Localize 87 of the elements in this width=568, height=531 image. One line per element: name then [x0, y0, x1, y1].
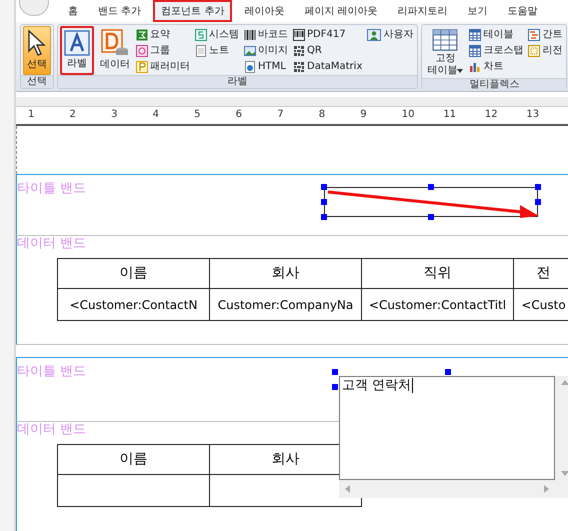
ruler-number: 2 — [70, 108, 77, 122]
ribbon-small-button[interactable]: 시스템 — [195, 27, 241, 43]
barcode2d-icon — [293, 29, 305, 41]
ruler-number: 3 — [111, 108, 118, 122]
arrow-icon — [326, 190, 540, 218]
field-cell: <Custo — [514, 289, 568, 322]
selection-handle[interactable] — [428, 214, 434, 220]
field-cell: <Customer:ContactN — [58, 289, 210, 322]
band-label: 타이틀 밴드 — [17, 364, 86, 380]
gantt-icon — [528, 29, 540, 41]
label-icon — [64, 30, 90, 56]
text-editor-popup[interactable]: 고객 연락처 — [339, 376, 568, 498]
ruler-number: 4 — [152, 108, 160, 122]
text-area[interactable]: 고객 연락처 — [339, 376, 555, 480]
ribbon-tab[interactable]: 보기 — [460, 0, 496, 22]
ribbon-small-button[interactable]: 테이블 — [469, 27, 526, 43]
ribbon-small-button[interactable]: 바코드 — [244, 27, 290, 43]
ribbon-tab[interactable]: 밴드 추가 — [90, 0, 150, 22]
user-icon — [367, 29, 382, 41]
ribbon-small-button[interactable]: 리전 — [528, 43, 564, 59]
ribbon-tab[interactable]: 도움말 — [500, 0, 546, 22]
ribbon-small-button[interactable]: 차트 — [469, 59, 526, 75]
table-icon — [469, 45, 482, 57]
ruler-number: 12 — [484, 108, 499, 122]
selection-handle[interactable] — [321, 214, 327, 220]
ribbon-small-button[interactable]: 요약 — [136, 27, 192, 43]
selection-handle[interactable] — [332, 369, 338, 376]
selection-handle[interactable] — [535, 184, 541, 190]
ribbon-tab[interactable]: 페이지 레이아웃 — [296, 0, 386, 22]
header-cell: 이름 — [58, 259, 210, 290]
ruler-number: 1 — [28, 108, 36, 122]
ribbon-small-button[interactable]: 이미지 — [244, 43, 290, 59]
ribbon-small-button[interactable]: 크로스탭 — [469, 43, 526, 59]
band-label: 데이터 밴드 — [17, 422, 88, 438]
selection-handle[interactable] — [321, 184, 327, 190]
selection-handle[interactable] — [428, 184, 434, 190]
ribbon-small-button[interactable]: HTML — [244, 59, 290, 75]
band-label: 데이터 밴드 — [17, 236, 88, 252]
ribbon-small-button[interactable]: DataMatrix — [293, 59, 364, 75]
selection-handle[interactable] — [445, 369, 451, 376]
table-icon — [469, 29, 482, 41]
field-cell: Customer:CompanyNa — [210, 289, 362, 322]
band-label: 타이틀 밴드 — [17, 181, 86, 196]
pointer-icon — [26, 29, 48, 57]
header-cell: 이름 — [58, 445, 210, 476]
header-cell: 전 — [514, 259, 568, 290]
ribbon-small-button[interactable]: PDF417 — [293, 27, 364, 43]
note-icon — [195, 45, 207, 57]
chart-icon — [469, 61, 482, 73]
data-icon — [101, 29, 129, 57]
ribbon-tab[interactable]: 리파지토리 — [390, 0, 456, 22]
ribbon-small-button[interactable]: 간트 — [528, 27, 564, 43]
ribbon-large-button[interactable]: 선택 — [23, 26, 51, 75]
ribbon-small-button[interactable]: QR — [293, 43, 364, 59]
field-cell: <Customer:ContactTitl — [362, 289, 514, 322]
selection-handle[interactable] — [332, 384, 338, 390]
ruler-number: 5 — [194, 108, 202, 122]
ruler-number: 11 — [443, 108, 458, 122]
ribbon-small-button[interactable]: 패러미터 — [136, 59, 192, 75]
ruler-number: 8 — [318, 108, 326, 122]
ribbon-small-button[interactable]: 그룹 — [136, 43, 192, 59]
grid-icon — [432, 29, 458, 51]
ribbon-tab[interactable]: 홈 — [60, 0, 86, 22]
group-label: 선택 — [21, 75, 53, 88]
ribbon-small-button[interactable]: 사용자 — [367, 27, 416, 43]
group-label: 멀티플렉스 — [422, 78, 566, 91]
ribbon-tab[interactable]: 레이아웃 — [236, 0, 292, 22]
group-label: 라벨 — [58, 75, 418, 88]
ruler-number: 6 — [236, 108, 244, 122]
ribbon-small-button[interactable]: 노트 — [195, 43, 241, 59]
ribbon-large-button[interactable]: 고정 테이블 — [424, 26, 466, 78]
ribbon-tab[interactable]: 컴포넌트 추가 — [153, 0, 232, 22]
ruler-number: 9 — [360, 108, 368, 122]
ruler-number: 13 — [526, 108, 540, 122]
ribbon-large-button[interactable]: 데이터 — [97, 26, 133, 75]
qr-icon — [293, 61, 305, 73]
selection-handle[interactable] — [535, 199, 541, 206]
ruler-number: 7 — [277, 108, 285, 122]
ribbon-large-button[interactable]: 라벨 — [60, 26, 94, 75]
image-icon — [244, 45, 256, 57]
barcode-icon — [244, 29, 256, 41]
header-cell: 회사 — [210, 259, 362, 290]
qr-icon — [293, 45, 305, 57]
header-cell: 직위 — [362, 259, 514, 290]
selection-handle[interactable] — [321, 199, 327, 206]
editor-text: 고객 연락처 — [342, 378, 414, 394]
ruler-number: 10 — [402, 108, 416, 122]
